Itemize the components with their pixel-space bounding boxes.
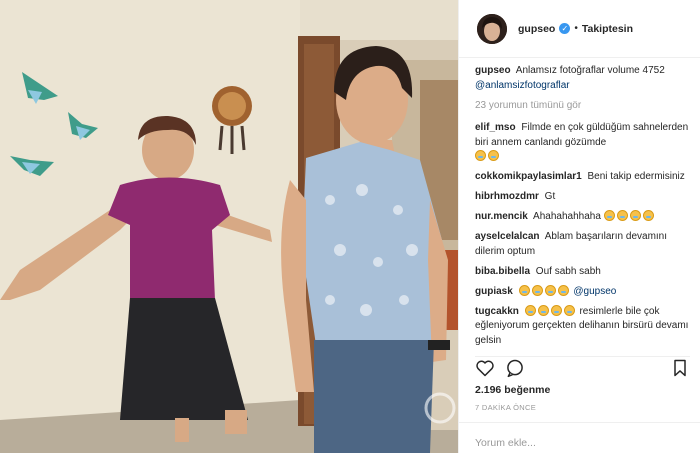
comment-username[interactable]: biba.bibella (475, 266, 530, 277)
crying-laughing-emoji-icon (537, 304, 549, 316)
crying-laughing-emoji-icon (524, 304, 536, 316)
comment-text: Ahahahahhaha (533, 211, 601, 222)
avatar[interactable] (477, 13, 507, 44)
crying-laughing-emoji-icon (629, 210, 641, 221)
post-timestamp: 7 DAKİKA ÖNCE (475, 403, 537, 412)
comment-item: hibrhmozdmr Gt (475, 190, 690, 205)
comment-item: gupiask @gupseo (475, 284, 690, 300)
caption-username[interactable]: gupseo (475, 65, 511, 76)
caption-text: Anlamsız fotoğraflar volume 4752 (515, 65, 665, 76)
comment-username[interactable]: tugcakkn (475, 306, 519, 317)
comment-username[interactable]: cokkomikpaylasimlar1 (475, 171, 582, 182)
comment-item: cokkomikpaylasimlar1 Beni takip edermisi… (475, 170, 690, 185)
post-actions (475, 358, 690, 380)
verified-badge-icon: ✓ (559, 23, 571, 34)
comment-text: Beni takip edermisiniz (587, 171, 685, 182)
comment-text: Gt (544, 191, 556, 202)
crying-laughing-emoji-icon (603, 210, 615, 221)
comment-item: elif_mso Filmde en çok güldüğüm sahneler… (475, 121, 690, 165)
caption: gupseo Anlamsız fotoğraflar volume 4752 … (475, 64, 690, 93)
add-comment-input[interactable] (475, 437, 684, 449)
crying-laughing-emoji-icon (544, 284, 556, 296)
comment-username[interactable]: elif_mso (475, 122, 516, 133)
comment-username[interactable]: ayselcelalcan (475, 231, 540, 242)
crying-laughing-emoji-icon (642, 210, 654, 221)
comment-username[interactable]: hibrhmozdmr (475, 191, 539, 202)
comment-text: Ouf sabh sabh (535, 265, 601, 277)
crying-laughing-emoji-icon (488, 150, 499, 161)
comment-item: tugcakkn resimlerle bile çok eğleniyorum… (475, 304, 690, 349)
caption-hashtag[interactable]: @anlamsizfotograflar (475, 80, 570, 91)
crying-laughing-emoji-icon (475, 150, 486, 161)
post-header: gupseo ✓ • Takiptesin (459, 0, 700, 58)
crying-laughing-emoji-icon (557, 284, 569, 296)
avatar-image (477, 13, 507, 44)
comment-mention[interactable]: @gupseo (573, 286, 616, 297)
comments-list: gupseo Anlamsız fotoğraflar volume 4752 … (475, 64, 690, 354)
comment-item: nur.mencik Ahahahahhaha (475, 210, 690, 225)
post-sidebar: gupseo ✓ • Takiptesin gupseo Anlamsız fo… (458, 0, 700, 453)
heart-icon[interactable] (475, 358, 495, 378)
crying-laughing-emoji-icon (531, 284, 543, 296)
crying-laughing-emoji-icon (518, 284, 530, 296)
likes-count[interactable]: 2.196 beğenme (475, 384, 550, 396)
crying-laughing-emoji-icon (563, 304, 575, 316)
comment-username[interactable]: nur.mencik (475, 211, 528, 222)
crying-laughing-emoji-icon (550, 304, 562, 316)
comment-icon[interactable] (505, 358, 525, 378)
follow-status-button[interactable]: Takiptesin (582, 23, 633, 35)
post-photo[interactable] (0, 0, 458, 453)
comment-item: ayselcelalcan Ablam başarıların devamını… (475, 230, 690, 259)
comment-item: biba.bibella Ouf sabh sabh (475, 265, 690, 280)
header-username[interactable]: gupseo (518, 23, 555, 35)
view-all-comments-link[interactable]: 23 yorumun tümünü gör (475, 99, 690, 114)
add-comment-bar (459, 422, 700, 453)
bookmark-icon[interactable] (670, 358, 690, 378)
crying-laughing-emoji-icon (616, 210, 628, 221)
comment-username[interactable]: gupiask (475, 286, 513, 297)
photo-illustration (0, 0, 458, 453)
header-separator: • (574, 23, 578, 34)
